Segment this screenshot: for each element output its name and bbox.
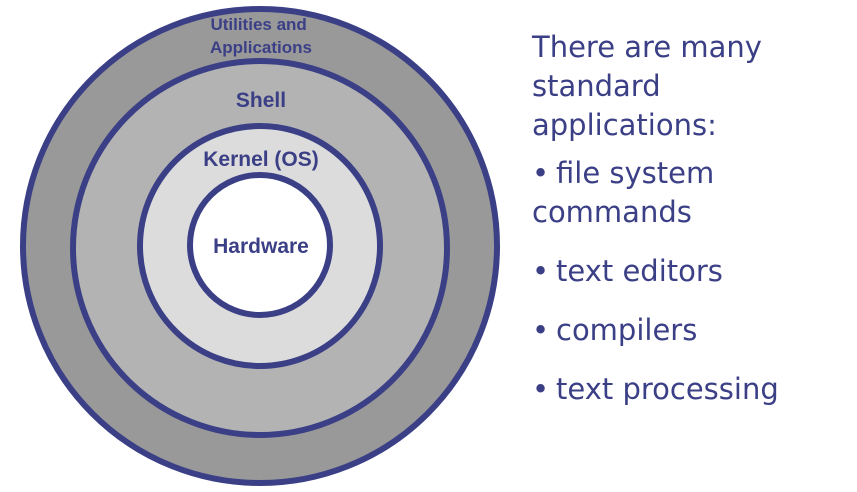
list-item: • file system commands [532, 154, 852, 232]
list-item: • text editors [532, 252, 852, 291]
list-item-text: text processing [556, 372, 779, 406]
label-hardware: Hardware [213, 235, 309, 258]
list-item: • compilers [532, 311, 852, 350]
description-panel: There are many standard applications: • f… [532, 28, 852, 429]
bullet-icon: • [532, 156, 550, 190]
bullet-icon: • [532, 313, 550, 347]
os-layer-diagram: Utilities and Applications Shell Kernel … [20, 6, 500, 486]
list-item-text: file system commands [532, 156, 715, 229]
label-utilities-line-2: Applications [210, 38, 312, 57]
bullet-icon: • [532, 372, 550, 406]
label-shell: Shell [236, 89, 286, 112]
list-item-text: compilers [556, 313, 698, 347]
label-kernel: Kernel (OS) [203, 148, 319, 171]
list-item-text: text editors [556, 254, 723, 288]
intro-text: There are many standard applications: [532, 30, 762, 142]
bullet-icon: • [532, 254, 550, 288]
list-item: • text processing [532, 370, 852, 409]
applications-list: • file system commands • text editors • com… [532, 154, 852, 409]
label-utilities-line-1: Utilities and [210, 15, 306, 34]
